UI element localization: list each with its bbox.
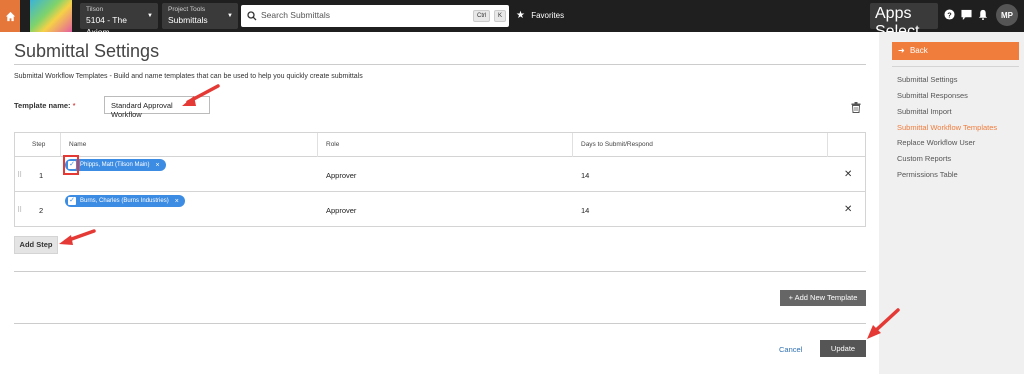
divider bbox=[14, 323, 866, 324]
col-header-days: Days to Submit/Respond bbox=[581, 141, 653, 148]
favorites-label: Favorites bbox=[531, 11, 565, 20]
divider bbox=[60, 133, 61, 157]
close-icon[interactable]: ✕ bbox=[844, 169, 852, 180]
apps-selector[interactable]: Apps Select an App ▼ bbox=[870, 3, 938, 76]
page-title: Submittal Settings bbox=[14, 41, 160, 61]
col-header-role: Role bbox=[326, 141, 340, 148]
step-number: 1 bbox=[39, 171, 44, 180]
sidebar-item-submittal-settings[interactable]: Submittal Settings bbox=[897, 75, 957, 84]
assignee-name: Phipps, Matt (Tilson Main) bbox=[80, 162, 150, 168]
sidebar-item-permissions-table[interactable]: Permissions Table bbox=[897, 170, 958, 179]
favorites-button[interactable]: ★ Favorites bbox=[516, 10, 564, 21]
search-placeholder: Search Submittals bbox=[261, 10, 330, 20]
tools-label: Project Tools bbox=[168, 6, 206, 13]
back-label: Back bbox=[909, 46, 928, 55]
kbd-k: K bbox=[494, 10, 507, 22]
arrow-left-icon: ➜ bbox=[898, 46, 905, 55]
checkbox-icon[interactable]: ✓ bbox=[68, 197, 76, 205]
col-header-step: Step bbox=[32, 141, 46, 148]
sidebar-item-submittal-import[interactable]: Submittal Import bbox=[897, 107, 952, 116]
update-button[interactable]: Update bbox=[820, 340, 866, 357]
add-step-button[interactable]: Add Step bbox=[14, 236, 58, 254]
annotation-arrow-icon bbox=[182, 84, 220, 106]
project-name: 5104 - The Axiom bbox=[86, 15, 127, 37]
highlight-box bbox=[63, 155, 79, 175]
help-icon[interactable]: ? bbox=[944, 9, 955, 23]
drag-handle-icon[interactable]: ⠿ bbox=[17, 206, 22, 214]
annotation-arrow-icon bbox=[59, 229, 96, 245]
sidebar-item-custom-reports[interactable]: Custom Reports bbox=[897, 154, 951, 163]
home-button[interactable] bbox=[0, 0, 20, 32]
sidebar-item-workflow-templates[interactable]: Submittal Workflow Templates bbox=[897, 123, 997, 132]
divider bbox=[14, 271, 866, 272]
trash-icon[interactable] bbox=[851, 100, 861, 118]
apps-label: Apps bbox=[875, 5, 912, 22]
bell-icon[interactable] bbox=[978, 9, 988, 23]
workflow-table: Step Name Role Days to Submit/Respond ⠿ … bbox=[14, 132, 866, 227]
tool-selector[interactable]: Project Tools Submittals ▼ bbox=[162, 3, 238, 29]
template-name-label: Template name: * bbox=[14, 101, 76, 110]
star-icon: ★ bbox=[516, 10, 525, 21]
table-row: ⠿ 1 ✓ Phipps, Matt (Tilson Main) × Appro… bbox=[15, 157, 865, 192]
search-input[interactable]: Search Submittals Ctrl K bbox=[241, 5, 509, 27]
table-header: Step Name Role Days to Submit/Respond bbox=[15, 133, 865, 157]
add-new-template-button[interactable]: + Add New Template bbox=[780, 290, 866, 306]
assignee-chip[interactable]: ✓ Burns, Charles (Burns Industries) × bbox=[65, 195, 185, 207]
table-row: ⠿ 2 ✓ Burns, Charles (Burns Industries) … bbox=[15, 192, 865, 227]
step-number: 2 bbox=[39, 206, 44, 215]
divider bbox=[572, 133, 573, 157]
close-icon[interactable]: ✕ bbox=[844, 204, 852, 215]
avatar[interactable]: MP bbox=[996, 4, 1018, 26]
sidebar-item-replace-workflow-user[interactable]: Replace Workflow User bbox=[897, 138, 975, 147]
col-header-name: Name bbox=[69, 141, 87, 148]
svg-text:?: ? bbox=[947, 10, 952, 19]
cancel-link[interactable]: Cancel bbox=[779, 345, 802, 354]
chevron-down-icon: ▼ bbox=[227, 13, 233, 19]
required-mark: * bbox=[72, 101, 76, 110]
remove-icon[interactable]: × bbox=[175, 198, 179, 205]
role-value: Approver bbox=[326, 171, 357, 180]
drag-handle-icon[interactable]: ⠿ bbox=[17, 171, 22, 179]
company-logo[interactable] bbox=[30, 0, 72, 32]
page-subtitle: Submittal Workflow Templates - Build and… bbox=[14, 73, 363, 80]
search-icon bbox=[247, 11, 257, 21]
divider bbox=[827, 133, 828, 157]
days-value: 14 bbox=[581, 206, 590, 215]
company-label: Tilson bbox=[86, 6, 104, 13]
top-nav-bar: Tilson 5104 - The Axiom ▼ Project Tools … bbox=[0, 0, 1024, 76]
chat-icon[interactable] bbox=[961, 9, 972, 23]
sidebar-item-submittal-responses[interactable]: Submittal Responses bbox=[897, 91, 968, 100]
chevron-down-icon: ▼ bbox=[147, 13, 153, 19]
divider bbox=[892, 66, 1019, 67]
divider bbox=[317, 133, 318, 157]
assignee-name: Burns, Charles (Burns Industries) bbox=[80, 198, 169, 204]
assignee-chip[interactable]: ✓ Phipps, Matt (Tilson Main) × bbox=[65, 159, 166, 171]
remove-icon[interactable]: × bbox=[155, 162, 159, 169]
template-name-label-text: Template name: bbox=[14, 101, 71, 110]
kbd-ctrl: Ctrl bbox=[473, 10, 491, 22]
annotation-arrow-icon bbox=[867, 308, 900, 339]
days-value: 14 bbox=[581, 171, 590, 180]
project-selector[interactable]: Tilson 5104 - The Axiom ▼ bbox=[80, 3, 158, 37]
tool-selected: Submittals bbox=[168, 15, 208, 25]
divider bbox=[14, 64, 866, 65]
home-icon bbox=[5, 11, 15, 21]
back-button[interactable]: ➜ Back bbox=[892, 42, 1019, 60]
role-value: Approver bbox=[326, 206, 357, 215]
